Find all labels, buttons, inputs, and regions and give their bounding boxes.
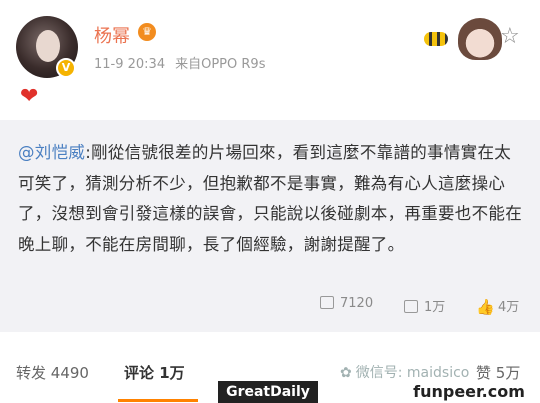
tab-repost[interactable]: 转发 4490 [16,362,89,383]
repost-count-button[interactable]: 7120 [320,296,373,311]
tab-comment[interactable]: 评论 1万 [124,362,185,383]
funpeer-watermark: funpeer.com [398,382,540,402]
vip-badge-icon: ♛ [138,23,156,41]
tab-comment-count: 1万 [159,364,185,382]
thumbs-up-icon: 👍 [476,298,495,316]
greatdaily-watermark: GreatDaily [218,381,318,403]
tab-bar: 转发 4490 评论 1万 赞 5万 ✿ 微信号: maidsico GreatD… [0,332,540,403]
heart-icon: ❤ [20,84,39,109]
comment-count-button[interactable]: 1万 [404,296,445,315]
tab-repost-label: 转发 [16,364,47,382]
repost-count: 7120 [340,296,374,311]
tab-like[interactable]: 赞 5万 [476,362,520,383]
post-header: V 杨幂 ♛ 11-9 20:34 来自OPPO R9s ☆ ❤ [0,0,540,118]
portrait-sticker-icon [458,18,502,60]
post-time: 11-9 20:34 [94,57,166,72]
wechat-icon: ✿ [340,365,352,381]
repost-card[interactable]: @刘恺威:剛從信號很差的片場回來，看到這麼不靠譜的事情實在太可笑了，猜測分析不少… [0,120,540,332]
post-meta: 11-9 20:34 来自OPPO R9s [94,53,265,72]
like-count-button[interactable]: 👍 4万 [476,296,520,316]
comment-icon [404,300,418,313]
like-count: 4万 [498,300,520,315]
active-tab-indicator [118,399,198,402]
repost-text: @刘恺威:剛從信號很差的片場回來，看到這麼不靠譜的事情實在太可笑了，猜測分析不少… [18,138,526,260]
verified-badge-icon: V [56,58,76,78]
wechat-watermark-text: 微信号: maidsico [355,365,470,381]
tab-repost-count: 4490 [50,364,89,382]
tab-comment-label: 评论 [124,364,155,382]
star-icon[interactable]: ☆ [500,24,520,49]
wechat-watermark: ✿ 微信号: maidsico [340,362,469,382]
card-decoration-image [424,18,502,60]
author-name[interactable]: 杨幂 [94,22,130,48]
bee-icon [424,32,448,46]
repost-body: :剛從信號很差的片場回來，看到這麼不靠譜的事情實在太可笑了，猜測分析不少，但抱歉… [18,143,522,254]
share-icon [320,296,334,309]
post-source[interactable]: 来自OPPO R9s [175,57,265,72]
mention-link[interactable]: @刘恺威 [18,143,85,162]
tab-like-label: 赞 [476,364,492,382]
tab-like-count: 5万 [495,364,521,382]
comment-count: 1万 [424,300,446,315]
